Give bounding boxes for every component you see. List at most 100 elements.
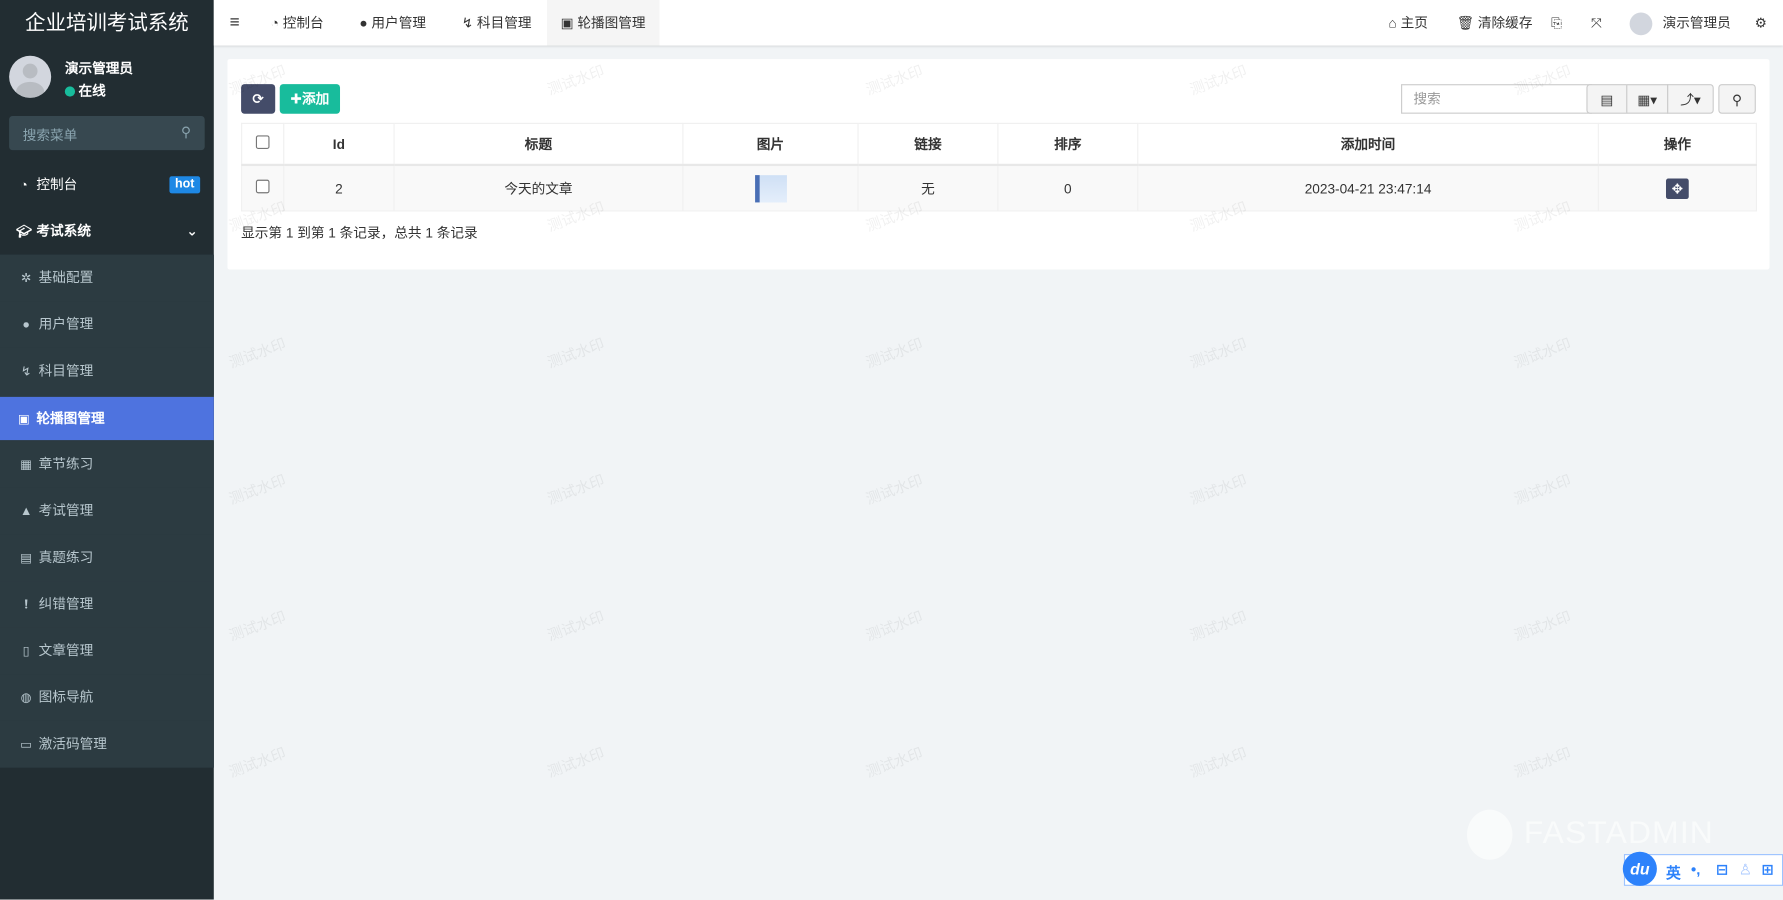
sidebar-item-basic-config[interactable]: ✲ 基础配置 bbox=[0, 254, 214, 302]
table-row: 2 今天的文章 无 0 2023-04-21 23:47:14 ✥ bbox=[241, 164, 1757, 212]
menu-label: 纠错管理 bbox=[38, 595, 94, 612]
user-icon: ● bbox=[359, 14, 372, 31]
sidebar-item-articles[interactable]: ▯ 文章管理 bbox=[0, 627, 214, 675]
sidebar-item-subjects[interactable]: ↯ 科目管理 bbox=[0, 347, 214, 395]
menu-label: 图标导航 bbox=[38, 689, 94, 706]
menu-label: 用户管理 bbox=[38, 316, 94, 333]
table-icon: ▤ bbox=[1600, 92, 1614, 109]
sidebar-item-past-papers[interactable]: ▤ 真题练习 bbox=[0, 534, 214, 582]
sidebar-item-dashboard[interactable]: ◔ 控制台 hot bbox=[0, 161, 214, 208]
column-header[interactable]: 排序 bbox=[997, 122, 1139, 167]
menu-label: 考试管理 bbox=[38, 502, 94, 519]
header-user-name[interactable]: 演示管理员 bbox=[1663, 0, 1731, 45]
toolbox-icon[interactable]: ⊟ bbox=[1716, 861, 1728, 879]
tab-label: 控制台 bbox=[282, 14, 324, 31]
watermark-text: 测试水印 bbox=[1511, 744, 1574, 781]
menu-search-input[interactable]: 搜索菜单 ⚲ bbox=[9, 115, 205, 151]
carousel-table: Id 标题 图片 链接 排序 添加时间 操作 2 今天的文章 无 0 2023-… bbox=[241, 122, 1757, 212]
column-header[interactable]: 标题 bbox=[393, 122, 684, 167]
ime-punctuation[interactable]: •, bbox=[1691, 861, 1700, 878]
cell-actions: ✥ bbox=[1597, 164, 1757, 212]
tab-dashboard[interactable]: ◔ 控制台 bbox=[257, 0, 337, 45]
clear-cache-button[interactable]: 🗑︎ 清除缓存 bbox=[1457, 0, 1533, 45]
grid-icon: ▦ bbox=[20, 458, 33, 472]
tab-label: 轮播图管理 bbox=[577, 14, 646, 31]
column-header[interactable]: Id bbox=[283, 122, 395, 167]
user-status: 在线 bbox=[64, 81, 106, 100]
app-title[interactable]: 企业培训考试系统 bbox=[0, 0, 214, 45]
image-thumbnail[interactable] bbox=[754, 174, 787, 202]
gear-icon: ✲ bbox=[20, 271, 32, 286]
image-icon: ▣ bbox=[560, 14, 578, 31]
sidebar-item-carousel[interactable]: ▣ 轮播图管理 bbox=[0, 396, 214, 441]
watermark-text: 测试水印 bbox=[226, 744, 289, 781]
search-icon: ⚲ bbox=[1732, 92, 1743, 109]
dashboard-icon: ◔ bbox=[20, 178, 28, 193]
table-header: Id 标题 图片 链接 排序 添加时间 操作 bbox=[241, 122, 1757, 167]
cell-id: 2 bbox=[283, 164, 395, 212]
fullscreen-icon[interactable]: ⤧ bbox=[1591, 0, 1602, 45]
toggle-view-button[interactable]: ▤ bbox=[1586, 84, 1628, 114]
refresh-button[interactable]: ⟳ bbox=[241, 84, 276, 114]
drag-sort-button[interactable]: ✥ bbox=[1665, 177, 1689, 199]
search-input[interactable]: 搜索 bbox=[1401, 84, 1593, 114]
tab-users[interactable]: ● 用户管理 bbox=[346, 0, 440, 45]
avatar bbox=[9, 55, 52, 98]
column-header: 操作 bbox=[1597, 122, 1757, 167]
menu-label: 轮播图管理 bbox=[36, 410, 105, 427]
column-header[interactable]: 链接 bbox=[857, 122, 999, 167]
sidebar-item-corrections[interactable]: ❗︎ 纠错管理 bbox=[0, 581, 214, 628]
user-icon[interactable]: ♙ bbox=[1739, 861, 1752, 879]
tab-label: 科目管理 bbox=[476, 14, 532, 31]
header-avatar[interactable] bbox=[1629, 12, 1653, 36]
watermark-text: 测试水印 bbox=[545, 744, 607, 781]
watermark-text: 测试水印 bbox=[226, 607, 289, 645]
advanced-search-button[interactable]: ⚲ bbox=[1718, 84, 1756, 114]
globe-icon: ◍ bbox=[20, 691, 32, 706]
column-header[interactable]: 图片 bbox=[682, 122, 859, 167]
content-panel: ⟳ ✚添加 搜索 ▤ ▦▾ ⤴▾ ⚲ Id 标题 图片 链接 排序 添加时间 操… bbox=[227, 59, 1770, 270]
user-name: 演示管理员 bbox=[64, 60, 134, 77]
sidebar-item-exams[interactable]: ▲ 考试管理 bbox=[0, 487, 214, 535]
tab-subjects[interactable]: ↯ 科目管理 bbox=[448, 0, 545, 45]
sidebar: 企业培训考试系统 演示管理员 在线 搜索菜单 ⚲ ◔ 控制台 hot 🎓︎ 考试系统 ⌄ … bbox=[0, 0, 214, 900]
ime-language[interactable]: 英 bbox=[1666, 861, 1681, 883]
language-icon[interactable]: ⎘ bbox=[1551, 0, 1562, 45]
row-checkbox[interactable] bbox=[241, 164, 285, 212]
cell-link: 无 bbox=[857, 164, 999, 212]
add-button[interactable]: ✚添加 bbox=[279, 84, 341, 114]
columns-button[interactable]: ▦▾ bbox=[1626, 84, 1669, 114]
online-dot-icon bbox=[64, 86, 76, 97]
home-link[interactable]: ⌂ 主页 bbox=[1389, 0, 1428, 45]
column-header[interactable]: 添加时间 bbox=[1137, 122, 1599, 167]
graduation-cap-icon: ▲ bbox=[19, 504, 33, 519]
export-icon: ⤴▾ bbox=[1680, 92, 1701, 109]
user-icon: ● bbox=[22, 318, 30, 333]
sidebar-item-activation-codes[interactable]: ▭ 激活码管理 bbox=[0, 720, 214, 768]
ime-toolbar[interactable]: du 英 •, ⊟ ♙ ⊞ bbox=[1622, 851, 1783, 886]
hot-badge: hot bbox=[169, 176, 201, 194]
sidebar-item-exam-system[interactable]: 🎓︎ 考试系统 ⌄ bbox=[0, 208, 214, 255]
menu-toggle-icon[interactable]: ≡ bbox=[216, 0, 253, 45]
watermark-text: 测试水印 bbox=[1187, 744, 1250, 781]
sidebar-item-icon-nav[interactable]: ◍ 图标导航 bbox=[0, 674, 214, 721]
grid-icon[interactable]: ⊞ bbox=[1762, 861, 1774, 879]
baidu-ime-logo-icon[interactable]: du bbox=[1622, 851, 1657, 886]
exclamation-icon: ❗︎ bbox=[24, 598, 28, 612]
chevron-down-icon: ⌄ bbox=[186, 222, 198, 239]
columns-icon: ▦▾ bbox=[1637, 92, 1658, 109]
export-button[interactable]: ⤴▾ bbox=[1667, 84, 1714, 114]
subject-icon: ↯ bbox=[461, 14, 477, 31]
gears-icon[interactable]: ⚙ bbox=[1755, 0, 1767, 45]
menu-label: 控制台 bbox=[36, 176, 78, 193]
sidebar-item-chapter-practice[interactable]: ▦ 章节练习 bbox=[0, 441, 214, 488]
image-icon: ▣ bbox=[17, 412, 30, 427]
cell-sort: 0 bbox=[997, 164, 1139, 212]
watermark-text: 测试水印 bbox=[1511, 334, 1574, 372]
select-all-checkbox[interactable] bbox=[241, 122, 285, 167]
home-icon: ⌂ bbox=[1388, 14, 1401, 31]
sidebar-item-users[interactable]: ● 用户管理 bbox=[0, 301, 214, 348]
tab-carousel[interactable]: ▣ 轮播图管理 bbox=[546, 0, 660, 46]
tab-label: 用户管理 bbox=[371, 14, 427, 31]
subject-icon: ↯ bbox=[20, 365, 32, 379]
